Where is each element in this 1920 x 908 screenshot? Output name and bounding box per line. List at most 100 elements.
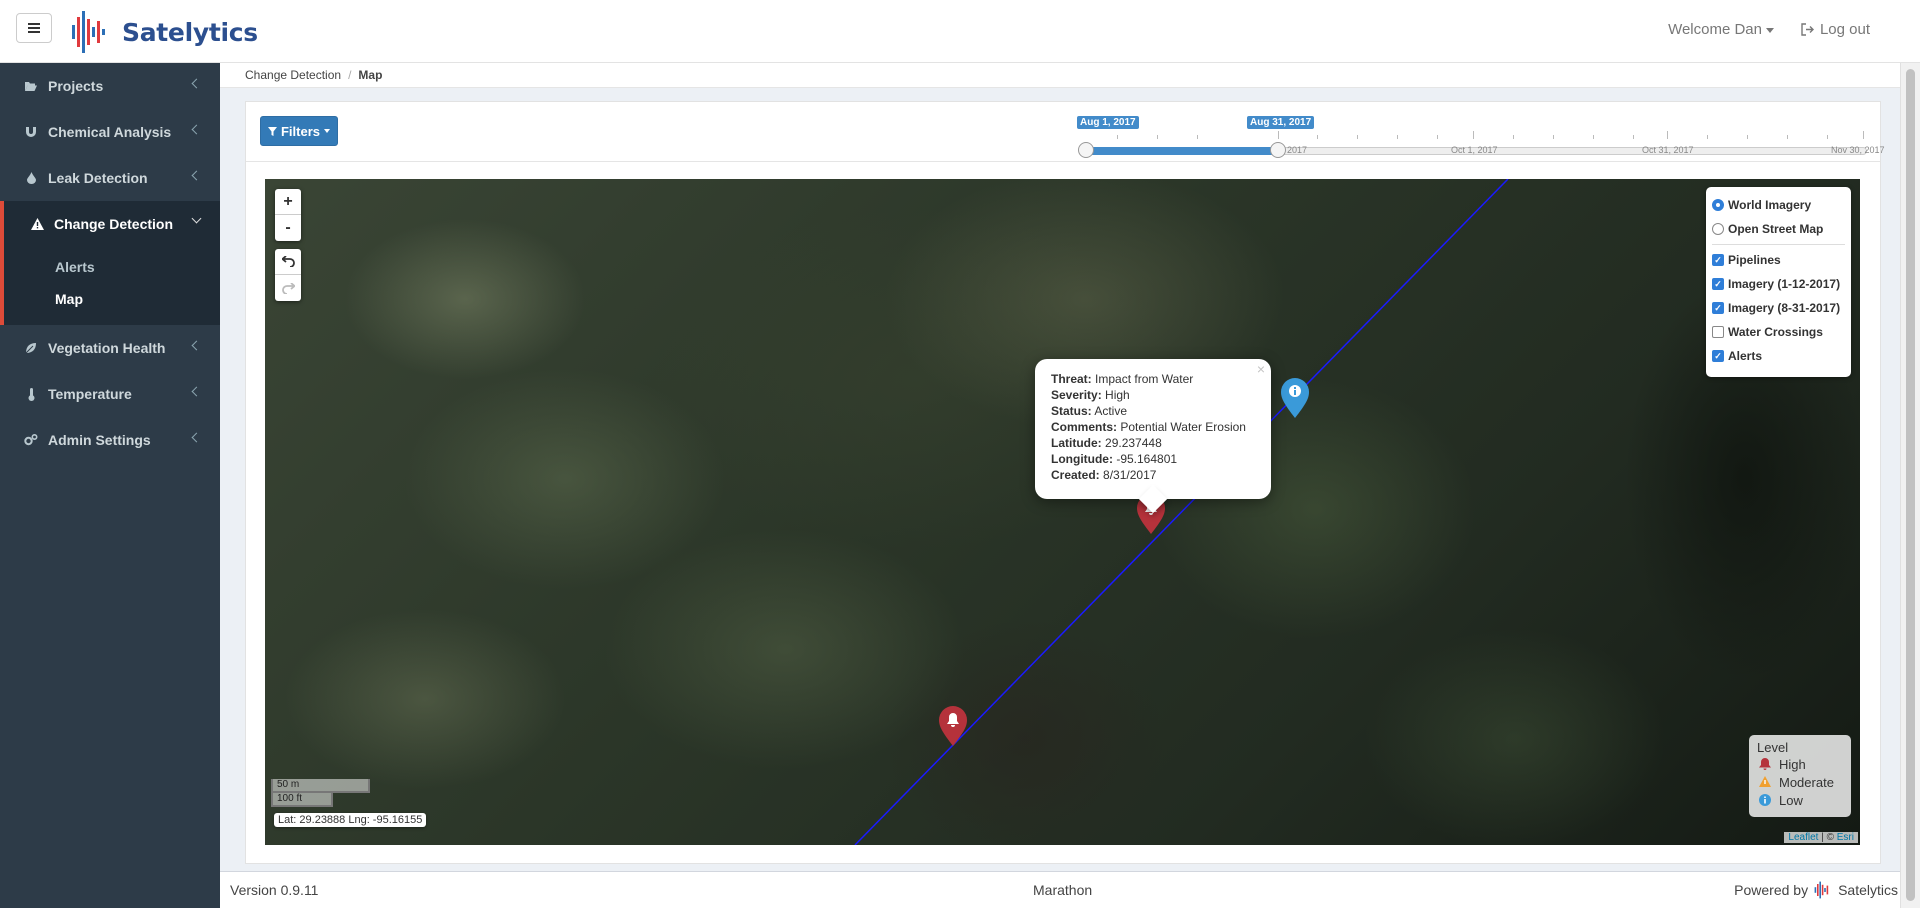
radio-button[interactable]: [1712, 199, 1724, 211]
tick: [1278, 131, 1279, 139]
base-layer-open-street-map[interactable]: Open Street Map: [1712, 217, 1845, 241]
filters-label: Filters: [280, 123, 320, 139]
tick-label: Nov 30, 2017: [1831, 145, 1885, 155]
legend-label: Low: [1779, 792, 1803, 808]
map-canvas[interactable]: + - World Imagery Open Street Map ✓ Pipel…: [265, 179, 1860, 845]
logout-link[interactable]: Log out: [1801, 21, 1870, 38]
field-value: 29.237448: [1105, 436, 1162, 450]
zoom-in-button[interactable]: +: [275, 189, 301, 215]
overlay-water-crossings[interactable]: Water Crossings: [1712, 320, 1845, 344]
scale-bar: 50 m 100 ft: [271, 779, 370, 807]
checkbox[interactable]: ✓: [1712, 278, 1724, 290]
level-legend: Level High Moderate Low: [1749, 735, 1851, 817]
page-scrollbar[interactable]: [1900, 63, 1920, 908]
tick: [1667, 131, 1668, 139]
panel-toolbar: Filters Aug 1, 2017 Aug 31, 2017 2017 Oc…: [246, 102, 1885, 162]
zoom-out-button[interactable]: -: [275, 215, 301, 241]
sidebar-item-label: Leak Detection: [48, 170, 148, 186]
logo[interactable]: Satelytics: [70, 6, 258, 58]
logout-label: Log out: [1819, 21, 1870, 38]
user-menu[interactable]: Welcome Dan: [1668, 21, 1774, 38]
zoom-control: + -: [275, 189, 301, 241]
esri-link[interactable]: Esri: [1837, 832, 1854, 843]
undo-icon: [281, 256, 295, 267]
top-navbar: Satelytics Welcome Dan Log out: [0, 0, 1920, 63]
overlay-imagery-8-31-2017[interactable]: ✓ Imagery (8-31-2017): [1712, 296, 1845, 320]
sidebar-item-vegetation-health[interactable]: Vegetation Health: [0, 325, 220, 371]
subitem-label: Alerts: [55, 259, 95, 275]
tick: [1633, 135, 1634, 139]
overlay-imagery-1-12-2017[interactable]: ✓ Imagery (1-12-2017): [1712, 272, 1845, 296]
checkbox[interactable]: ✓: [1712, 254, 1724, 266]
alert-marker-high[interactable]: [937, 705, 969, 747]
field-label: Severity:: [1051, 388, 1102, 402]
field-value: 8/31/2017: [1103, 468, 1157, 482]
pipeline-layer: [854, 179, 1509, 845]
chevron-left-icon: [191, 386, 202, 397]
sidebar-subitem-map[interactable]: Map: [4, 283, 220, 315]
breadcrumb-parent[interactable]: Change Detection: [245, 68, 341, 82]
date-range-slider[interactable]: Aug 1, 2017 Aug 31, 2017 2017 Oct 1, 201…: [1077, 112, 1885, 158]
menu-toggle-button[interactable]: [16, 13, 52, 43]
close-icon[interactable]: ×: [1257, 361, 1265, 377]
overlay-pipelines[interactable]: ✓ Pipelines: [1712, 248, 1845, 272]
radio-button[interactable]: [1712, 223, 1724, 235]
leaflet-link[interactable]: Leaflet: [1788, 832, 1818, 843]
footer-brand: Satelytics: [1838, 882, 1898, 898]
sidebar-item-leak-detection[interactable]: Leak Detection: [0, 155, 220, 201]
redo-button[interactable]: [275, 275, 301, 301]
slider-start-handle[interactable]: [1078, 142, 1094, 158]
sidebar-item-chemical-analysis[interactable]: Chemical Analysis: [0, 109, 220, 155]
slider-end-handle[interactable]: [1270, 142, 1286, 158]
checkbox[interactable]: [1712, 326, 1724, 338]
checkbox[interactable]: ✓: [1712, 350, 1724, 362]
history-control: [275, 249, 301, 301]
sidebar-item-projects[interactable]: Projects: [0, 63, 220, 109]
sidebar-item-label: Vegetation Health: [48, 340, 166, 356]
footer: Version 0.9.11 Marathon Powered by Satel…: [220, 871, 1900, 908]
checkbox[interactable]: ✓: [1712, 302, 1724, 314]
tick: [1473, 131, 1474, 139]
sidebar-item-change-detection[interactable]: Change Detection: [0, 201, 220, 247]
layer-label: Open Street Map: [1728, 222, 1824, 236]
field-label: Latitude:: [1051, 436, 1102, 450]
tick: [1827, 135, 1828, 139]
undo-button[interactable]: [275, 249, 301, 275]
sidebar-item-admin-settings[interactable]: Admin Settings: [0, 417, 220, 463]
start-date-tag: Aug 1, 2017: [1077, 116, 1139, 129]
warning-triangle-icon: [30, 217, 44, 231]
tick: [1513, 135, 1514, 139]
field-label: Threat:: [1051, 372, 1092, 386]
warning-icon: [1759, 776, 1771, 787]
sidebar-item-label: Admin Settings: [48, 432, 151, 448]
filters-button[interactable]: Filters: [260, 116, 338, 146]
satelytics-logo-icon: [1814, 881, 1829, 899]
end-date-tag: Aug 31, 2017: [1247, 116, 1315, 129]
base-layer-world-imagery[interactable]: World Imagery: [1712, 193, 1845, 217]
caret-down-icon: [1766, 27, 1774, 33]
leaf-icon: [24, 341, 38, 355]
breadcrumb-separator: /: [348, 68, 352, 82]
tick: [1157, 135, 1158, 139]
tick: [1863, 131, 1864, 139]
satelytics-logo-icon: [72, 11, 105, 53]
overlay-alerts[interactable]: ✓ Alerts: [1712, 344, 1845, 368]
field-label: Created:: [1051, 468, 1100, 482]
caret-down-icon: [324, 129, 330, 133]
popup-row-severity: Severity: High: [1051, 387, 1255, 403]
tick: [1553, 135, 1554, 139]
alert-marker-low[interactable]: [1279, 377, 1311, 419]
field-label: Status:: [1051, 404, 1092, 418]
layer-label: Water Crossings: [1728, 325, 1823, 339]
alert-popup: × Threat: Impact from Water Severity: Hi…: [1035, 359, 1271, 514]
tick: [1747, 135, 1748, 139]
sidebar-subitem-alerts[interactable]: Alerts: [4, 251, 220, 283]
legend-item-high: High: [1757, 755, 1843, 773]
scrollbar-thumb[interactable]: [1906, 69, 1915, 901]
popup-row-threat: Threat: Impact from Water: [1051, 371, 1255, 387]
tick: [1437, 135, 1438, 139]
popup-row-status: Status: Active: [1051, 403, 1255, 419]
app-name: Satelytics: [122, 17, 258, 47]
sidebar-item-temperature[interactable]: Temperature: [0, 371, 220, 417]
bell-icon: [1759, 758, 1771, 770]
